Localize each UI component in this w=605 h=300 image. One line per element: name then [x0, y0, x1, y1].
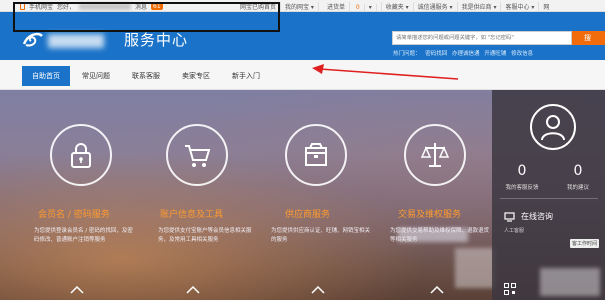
topbar-link-my[interactable]: 我的网宝 ▾ [281, 2, 319, 11]
cart-dropdown: ▾ [365, 4, 377, 11]
lock-icon-circle [50, 124, 112, 186]
annotation-box [13, 2, 280, 32]
search-box [392, 31, 572, 45]
cart-icon [185, 145, 211, 167]
online-consult-label: 在线咨询 [521, 212, 553, 221]
nav-item-seller[interactable]: 卖家专区 [172, 66, 220, 86]
service-card-password[interactable]: 会员名 / 密码服务 为您提供登录会员名 / 密码的找回，及密码修改、普通账户注… [34, 90, 146, 300]
hot-questions-label: 热门问题： [393, 51, 421, 57]
scales-icon [420, 143, 450, 167]
box-icon-circle [285, 124, 347, 186]
service-card-trade[interactable]: 交易及维权服务 为您提供交易帮助及维权保障、退款退货等相关服务 [390, 90, 502, 300]
box-icon [305, 143, 327, 166]
hot-link-info[interactable]: 修改信息 [511, 51, 533, 57]
card-title: 账户信息及工具 [160, 210, 224, 220]
stat-feedback-value: 0 [517, 163, 527, 179]
scales-icon-circle [404, 124, 466, 186]
consult-hours-tag: 客工作时间 [570, 239, 600, 248]
card-description: 为您提供登录会员名 / 密码的找回，及密码修改、普通账户注销等服务 [34, 228, 133, 243]
card-title: 会员名 / 密码服务 [38, 210, 110, 220]
stat-suggestions-value: 0 [573, 163, 583, 179]
annotation-arrow [312, 64, 459, 80]
chevron-up-icon[interactable] [311, 286, 325, 294]
consult-subtitle: 人工客服 [504, 228, 525, 234]
topbar-link-service[interactable]: 客服中心 ▾ [501, 2, 540, 11]
page-title: 服务中心 [124, 31, 189, 49]
topbar-link-site[interactable]: 网 [539, 2, 553, 11]
service-card-supplier[interactable]: 供应商服务 为您提供供应商认证、旺铺、网销宝相关的服务 [271, 90, 383, 300]
online-consult[interactable]: 在线咨询 [504, 211, 553, 222]
topbar-link-cart[interactable]: 进货单 0 ▾ [319, 2, 382, 11]
avatar[interactable] [530, 104, 576, 150]
chevron-up-icon[interactable] [70, 286, 84, 294]
chevron-up-icon[interactable] [430, 286, 444, 294]
chevron-up-icon[interactable] [186, 286, 200, 294]
search-button-label: 搜 [584, 34, 591, 42]
lock-icon [71, 143, 91, 168]
cart-icon-circle [166, 124, 228, 186]
card-title: 供应商服务 [285, 210, 331, 220]
hot-link-shop[interactable]: 开通旺铺 [484, 51, 506, 57]
cart-count: 0 [352, 4, 365, 11]
topbar-link-favorites[interactable]: 收藏夹 ▾ [382, 2, 414, 11]
stat-feedback-label: 我的客服反馈 [505, 185, 539, 191]
user-icon [541, 115, 565, 141]
qr-code-icon[interactable] [504, 283, 516, 295]
search-input[interactable] [393, 32, 571, 44]
card-description: 为您提供供应商认证、旺铺、网销宝相关的服务 [271, 228, 371, 243]
hot-questions: 热门问题： 密码找回 办理诚信通 开通旺铺 修改信息 [393, 49, 536, 57]
cart-label: 进货单 [323, 2, 350, 11]
card-description: 为您提供交易帮助及维权保障、退款退货等相关服务 [390, 228, 490, 243]
topbar-link-trust[interactable]: 诚信通服务 ▾ [414, 2, 458, 11]
stat-suggestions[interactable]: 0 我的建议 [550, 162, 605, 191]
hot-link-trust[interactable]: 办理诚信通 [452, 51, 480, 57]
user-panel: 0 我的客服反馈 0 我的建议 在线咨询 人工客服 客工作时间 [492, 90, 605, 300]
hot-link-password[interactable]: 密码找回 [425, 51, 447, 57]
logo-icon[interactable] [22, 30, 44, 48]
nav-item-beginner[interactable]: 新手入门 [222, 66, 270, 86]
service-card-account[interactable]: 账户信息及工具 为您提供支付宝账户等会员信息相关服务，及常用工具相关服务 [158, 90, 270, 300]
stat-feedback[interactable]: 0 我的客服反馈 [494, 162, 550, 191]
stat-suggestions-label: 我的建议 [566, 185, 589, 191]
topbar-link-supplier[interactable]: 我是供应商 ▾ [458, 2, 502, 11]
blurred-region [540, 268, 600, 296]
card-description: 为您提供支付宝账户等会员信息相关服务，及常用工具相关服务 [158, 228, 252, 243]
nav-item-home[interactable]: 自助首页 [22, 66, 70, 86]
search-button[interactable]: 搜 [572, 31, 605, 45]
nav-item-faq[interactable]: 常见问题 [72, 66, 120, 86]
logo-wordmark-blurred [48, 34, 104, 48]
panel-divider [500, 198, 598, 199]
monitor-icon [504, 211, 515, 222]
nav-item-contact[interactable]: 联系客服 [122, 66, 170, 86]
topbar-links: 网宝已购首页 我的网宝 ▾ 进货单 0 ▾ 收藏夹 ▾ 诚信通服务 ▾ 我是供应商… [236, 2, 553, 11]
